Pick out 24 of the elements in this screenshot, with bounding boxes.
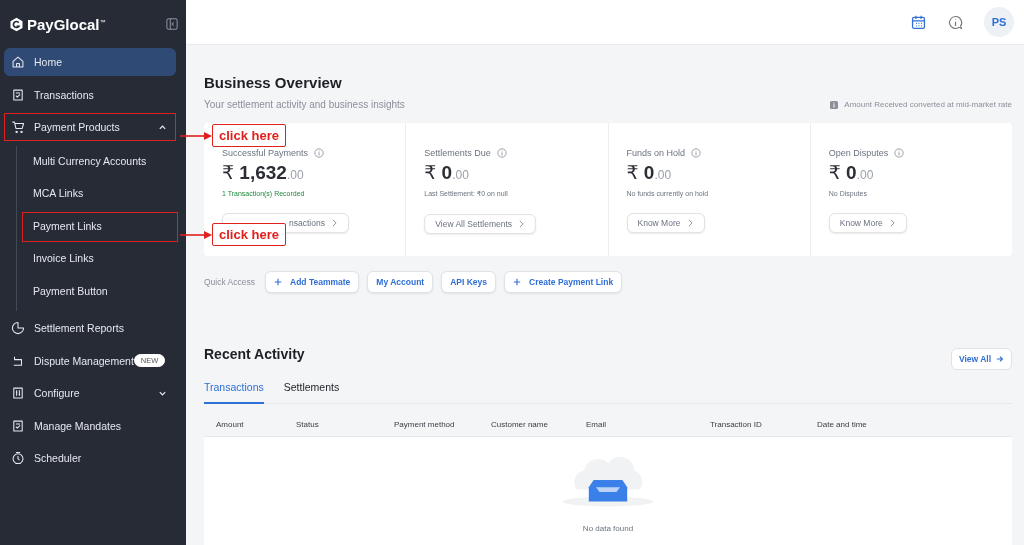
- brand-name: PayGlocal$^{™}$: [27, 15, 107, 33]
- section-subtitle: Your settlement activity and business insights: [204, 99, 405, 110]
- amount: ₹ 1,632.00: [222, 161, 305, 184]
- callout-tooltip: click here: [212, 124, 286, 147]
- card-title: Open Disputes: [828, 148, 889, 158]
- card-title: Funds on Hold: [626, 148, 686, 158]
- quick-access-label: Quick Access: [204, 277, 256, 287]
- amount: ₹ 0.00: [828, 161, 875, 184]
- section-title: Business Overview: [204, 74, 343, 91]
- amount: ₹ 0.00: [626, 161, 673, 184]
- empty-message: No data found: [582, 524, 634, 533]
- amount: ₹ 0.00: [424, 161, 470, 184]
- column-header: Email: [586, 420, 607, 429]
- callout-tooltip: click here: [212, 223, 286, 246]
- rate-note: Amount Received converted at mid-market rate: [844, 100, 1012, 109]
- column-header: Customer name: [491, 420, 549, 429]
- column-header: Date and time: [817, 420, 868, 429]
- section-title: Recent Activity: [204, 346, 305, 362]
- card-title: Successful Payments: [222, 148, 309, 158]
- card-title: Settlements Due: [424, 148, 491, 158]
- column-header: Status: [296, 420, 320, 429]
- column-header: Payment method: [394, 420, 456, 429]
- column-header: Amount: [216, 420, 245, 429]
- column-header: Transaction ID: [710, 420, 763, 429]
